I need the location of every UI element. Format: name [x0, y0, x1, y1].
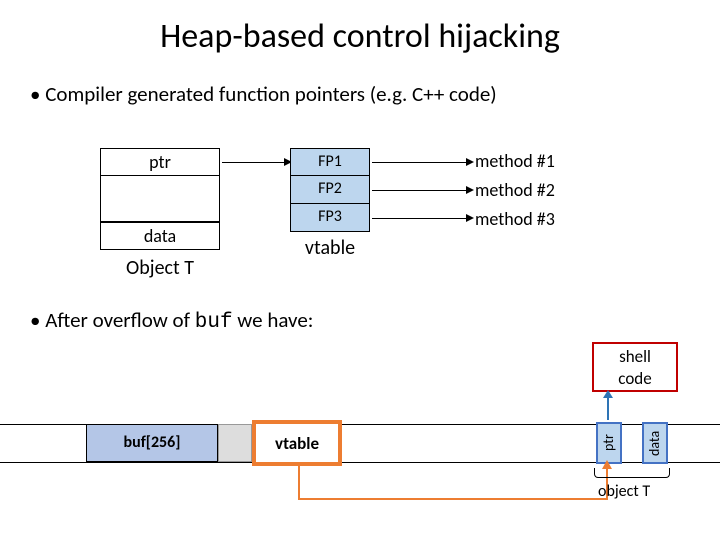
buf-label: buf[256]	[124, 433, 181, 452]
shellcode-box: shell code	[592, 342, 678, 392]
overwritten-vtable-label: vtable	[275, 433, 319, 454]
buf-gap	[218, 424, 252, 462]
object-data-cell: data	[100, 222, 220, 250]
arrow-fp2	[372, 190, 468, 191]
object-t-label: Object T	[100, 256, 220, 280]
fp2-cell: FP2	[290, 176, 370, 204]
shellcode-line2: code	[618, 368, 651, 389]
object-t-ptr: ptr	[596, 422, 622, 464]
overflow-arrow-seg2	[298, 498, 608, 500]
arrow-fp1-head	[466, 158, 474, 166]
buf-box: buf[256]	[86, 424, 218, 462]
diagram-vtable: ptr data Object T FP1 FP2 FP3 vtable met…	[0, 148, 720, 338]
arrow-fp1	[372, 162, 468, 163]
object-t-overflow-label: object T	[598, 482, 650, 501]
fp3-cell: FP3	[290, 204, 370, 232]
slide-title: Heap-based control hijacking	[0, 0, 720, 57]
method-3: method #3	[475, 208, 555, 237]
object-ptr-cell: ptr	[100, 148, 220, 176]
overwritten-vtable-box: vtable	[252, 420, 342, 466]
method-1: method #1	[475, 150, 555, 179]
diagram-overflow: shell code buf[256] vtable ptr data obje…	[0, 400, 720, 540]
fp1-cell: FP1	[290, 148, 370, 176]
methods-list: method #1 method #2 method #3	[475, 150, 555, 237]
arrow-fp2-head	[466, 186, 474, 194]
vtable-label: vtable	[290, 236, 370, 260]
arrow-ptr-to-vtable	[222, 162, 286, 163]
arrow-ptr-to-shellcode-head	[603, 390, 613, 398]
object-gap	[100, 176, 220, 222]
arrow-fp3-head	[466, 214, 474, 222]
bullet-compiler-generated: Compiler generated function pointers (e.…	[0, 81, 720, 107]
object-t-bracket	[594, 468, 670, 478]
overflow-arrow-seg1	[298, 466, 300, 500]
shellcode-line1: shell	[619, 346, 651, 367]
object-t-data: data	[642, 422, 668, 464]
method-2: method #2	[475, 179, 555, 208]
object-t-box: ptr data Object T	[100, 148, 220, 280]
arrow-fp3	[372, 218, 468, 219]
vtable-box: FP1 FP2 FP3 vtable	[290, 148, 370, 260]
